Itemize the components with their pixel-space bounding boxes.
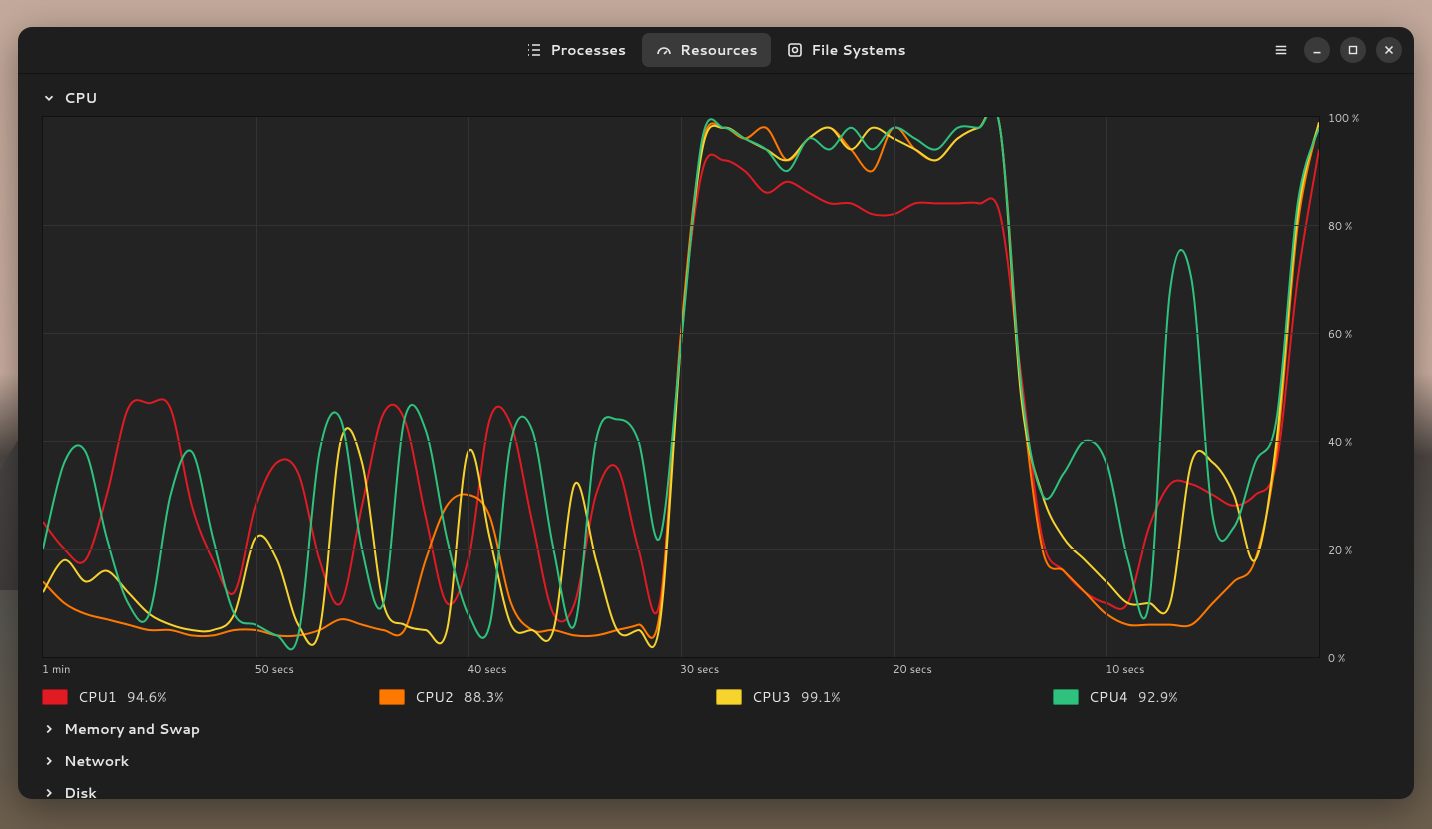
legend-item-cpu1[interactable]: CPU1 94.6%: [42, 687, 379, 707]
y-tick-label: 80 %: [1328, 218, 1352, 234]
chevron-down-icon: [42, 91, 56, 105]
section-title: Network: [64, 751, 129, 771]
speedometer-icon: [656, 42, 672, 58]
titlebar: Processes Resources File Systems: [18, 27, 1414, 74]
tab-filesystems[interactable]: File Systems: [773, 33, 919, 67]
maximize-button[interactable]: [1340, 37, 1366, 63]
hamburger-icon: [1274, 43, 1288, 57]
x-tick-label: 1 min: [42, 661, 255, 677]
x-tick-label: 40 secs: [467, 661, 680, 677]
legend-name: CPU1: [78, 687, 117, 707]
legend-name: CPU3: [752, 687, 791, 707]
minimize-icon: [1310, 43, 1324, 57]
minimize-button[interactable]: [1304, 37, 1330, 63]
content: CPU 1 min50 secs40 secs30 secs20 secs10 …: [18, 74, 1414, 821]
chevron-right-icon: [42, 786, 56, 800]
close-button[interactable]: [1376, 37, 1402, 63]
section-title: Memory and Swap: [64, 719, 200, 739]
maximize-icon: [1346, 43, 1360, 57]
section-header-network[interactable]: Network: [42, 745, 1390, 777]
menu-button[interactable]: [1268, 37, 1294, 63]
x-tick-label: 10 secs: [1105, 661, 1318, 677]
legend-swatch: [42, 689, 68, 705]
tab-label: Processes: [550, 40, 626, 60]
y-tick-label: 0 %: [1328, 650, 1345, 666]
cpu-chart: [42, 116, 1320, 658]
chevron-right-icon: [42, 754, 56, 768]
legend-item-cpu3[interactable]: CPU3 99.1%: [716, 687, 1053, 707]
legend-swatch: [379, 689, 405, 705]
section-title: Disk: [64, 783, 97, 803]
legend-value: 99.1%: [801, 687, 841, 707]
x-tick-label: 50 secs: [255, 661, 468, 677]
y-tick-label: 100 %: [1328, 110, 1359, 126]
collapsed-sections: Memory and Swap Network Disk: [42, 713, 1390, 809]
view-switcher: Processes Resources File Systems: [512, 33, 919, 67]
legend-item-cpu2[interactable]: CPU2 88.3%: [379, 687, 716, 707]
x-tick-label: 30 secs: [680, 661, 893, 677]
legend-value: 88.3%: [464, 687, 504, 707]
section-header-memory[interactable]: Memory and Swap: [42, 713, 1390, 745]
chevron-right-icon: [42, 722, 56, 736]
legend-item-cpu4[interactable]: CPU4 92.9%: [1053, 687, 1390, 707]
y-tick-label: 40 %: [1328, 434, 1352, 450]
section-header-cpu[interactable]: CPU: [42, 82, 1390, 114]
legend-swatch: [1053, 689, 1079, 705]
window-controls: [1268, 37, 1402, 63]
cpu-chart-area: 1 min50 secs40 secs30 secs20 secs10 secs…: [42, 116, 1390, 707]
legend-swatch: [716, 689, 742, 705]
x-tick-label: 20 secs: [893, 661, 1106, 677]
system-monitor-window: Processes Resources File Systems: [18, 27, 1414, 799]
section-title: CPU: [64, 88, 97, 108]
legend-value: 92.9%: [1138, 687, 1178, 707]
tab-resources[interactable]: Resources: [642, 33, 771, 67]
legend-name: CPU4: [1089, 687, 1128, 707]
y-tick-label: 60 %: [1328, 326, 1352, 342]
y-tick-label: 20 %: [1328, 542, 1352, 558]
tab-label: Resources: [680, 40, 757, 60]
tab-processes[interactable]: Processes: [512, 33, 640, 67]
legend-name: CPU2: [415, 687, 454, 707]
cpu-legend: CPU1 94.6% CPU2 88.3% CPU3 99.1% CPU4 92.9%: [42, 687, 1390, 707]
section-header-disk[interactable]: Disk: [42, 777, 1390, 809]
close-icon: [1382, 43, 1396, 57]
cpu-chart-x-labels: 1 min50 secs40 secs30 secs20 secs10 secs: [42, 661, 1318, 677]
legend-value: 94.6%: [127, 687, 167, 707]
tab-label: File Systems: [811, 40, 905, 60]
drive-icon: [787, 42, 803, 58]
list-icon: [526, 42, 542, 58]
